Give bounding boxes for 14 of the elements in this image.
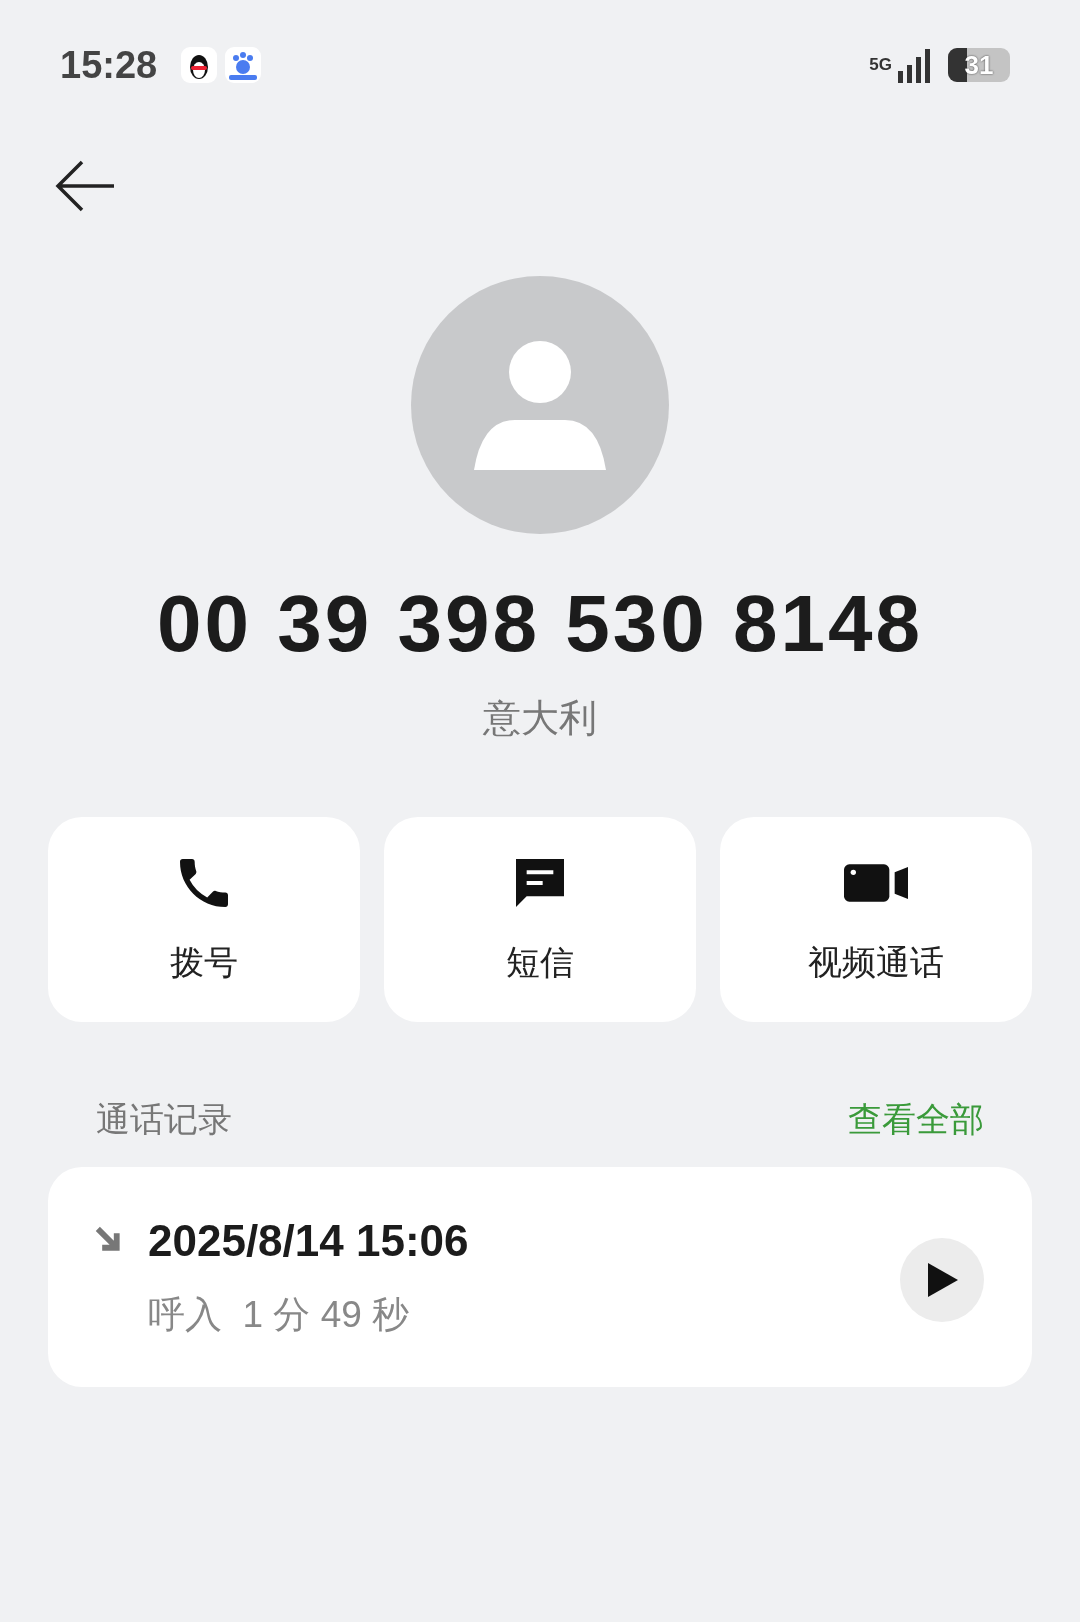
location-label: 意大利 xyxy=(482,696,598,741)
phone-number: 00 39 398 530 8148 xyxy=(156,580,924,668)
section-title: 通话记录 xyxy=(96,1099,232,1140)
video-call-button[interactable]: 视频通话 xyxy=(720,817,1032,1022)
dial-button[interactable]: 拨号 xyxy=(48,817,360,1022)
penguin-icon xyxy=(181,47,218,83)
call-record-card[interactable]: 2025/8/14 15:06 呼入 1 分 49 秒 xyxy=(48,1167,1032,1387)
message-button[interactable]: 短信 xyxy=(384,817,696,1022)
paw-icon xyxy=(225,47,262,83)
signal-icon xyxy=(896,47,932,83)
clock: 15:28 xyxy=(60,42,158,88)
call-detail: 呼入 1 分 49 秒 xyxy=(148,1293,411,1338)
call-datetime: 2025/8/14 15:06 xyxy=(148,1217,469,1266)
network-type: 5G xyxy=(869,54,892,77)
